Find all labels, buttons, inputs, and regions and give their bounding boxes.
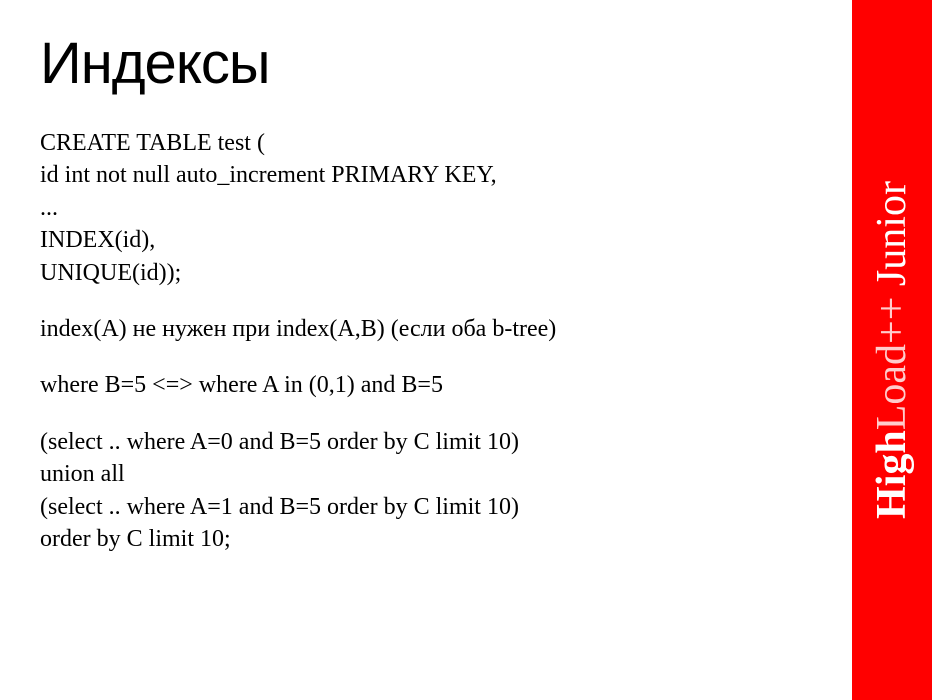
code-line: (select .. where A=0 and B=5 order by C … <box>40 426 812 458</box>
code-line: where B=5 <=> where A in (0,1) and B=5 <box>40 369 812 401</box>
spacer <box>40 345 812 369</box>
code-block: CREATE TABLE test ( id int not null auto… <box>40 127 812 555</box>
brand-bold: High <box>869 430 915 519</box>
brand-light: Load++ <box>869 297 915 431</box>
slide-content: Индексы CREATE TABLE test ( id int not n… <box>0 0 852 700</box>
brand-logo: HighLoad++ Junior <box>868 181 916 519</box>
sidebar-brand: HighLoad++ Junior <box>852 0 932 700</box>
code-line: order by C limit 10; <box>40 523 812 555</box>
spacer <box>40 402 812 426</box>
code-line: UNIQUE(id)); <box>40 257 812 289</box>
spacer <box>40 289 812 313</box>
code-line: INDEX(id), <box>40 224 812 256</box>
code-line: index(A) не нужен при index(A,B) (если о… <box>40 313 812 345</box>
code-line: union all <box>40 458 812 490</box>
code-line: ... <box>40 192 812 224</box>
code-line: id int not null auto_increment PRIMARY K… <box>40 159 812 191</box>
code-line: (select .. where A=1 and B=5 order by C … <box>40 491 812 523</box>
code-line: CREATE TABLE test ( <box>40 127 812 159</box>
slide-title: Индексы <box>40 30 812 97</box>
brand-suffix: Junior <box>869 181 915 297</box>
